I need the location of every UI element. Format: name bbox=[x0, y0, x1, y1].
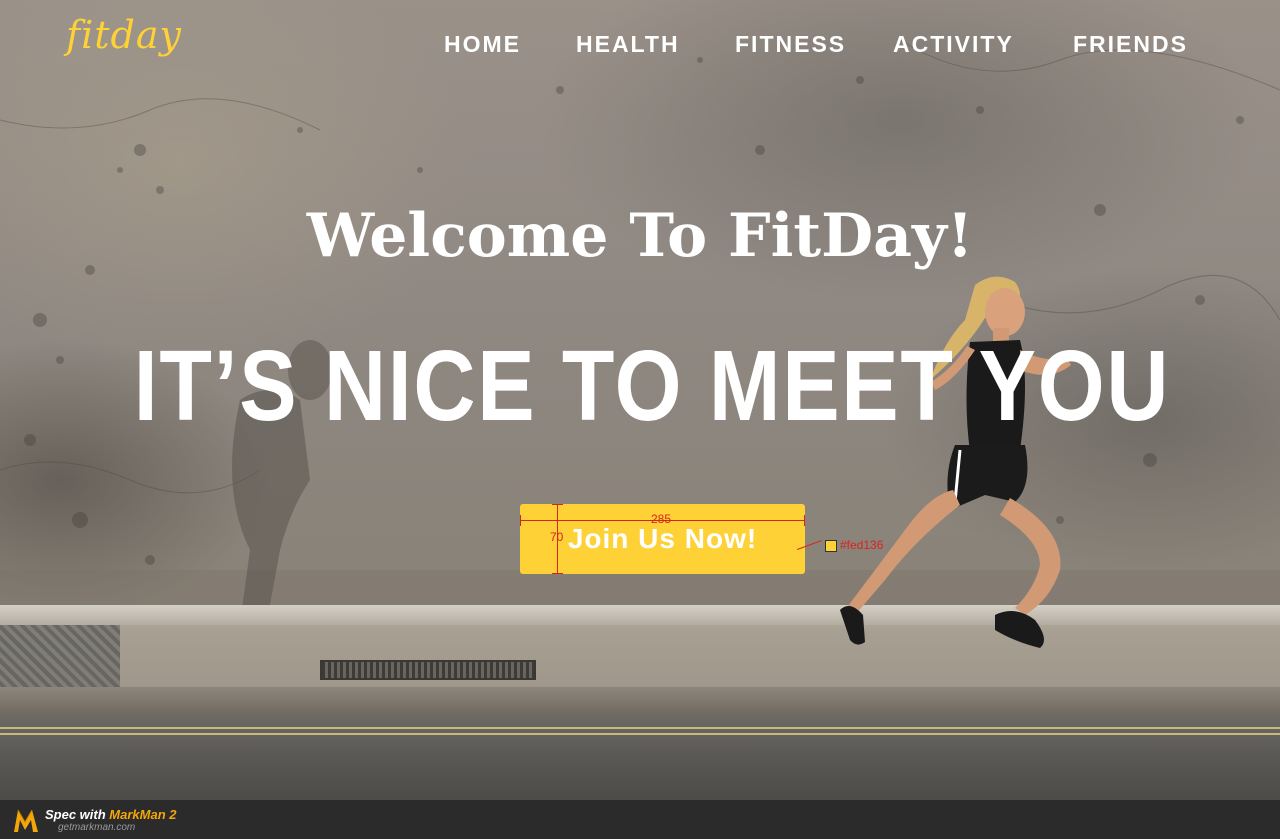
landing-page: fitday HOME HEALTH FITNESS ACTIVITY FRIE… bbox=[0, 0, 1280, 839]
spec-width-tick-left bbox=[520, 515, 521, 526]
nav-item-friends[interactable]: FRIENDS bbox=[1073, 31, 1188, 58]
spec-height-tick-bottom bbox=[552, 573, 563, 574]
welcome-heading: Welcome To FitDay! bbox=[0, 200, 1280, 272]
road-marking bbox=[0, 733, 1280, 735]
markman-logo-icon bbox=[14, 809, 38, 832]
markman-url[interactable]: getmarkman.com bbox=[58, 822, 135, 833]
drain-grate bbox=[320, 660, 536, 680]
markman-brand: MarkMan 2 bbox=[109, 807, 177, 822]
main-nav: HOME HEALTH FITNESS ACTIVITY FRIENDS bbox=[0, 31, 1280, 61]
spec-width-label: 285 bbox=[651, 512, 672, 526]
markman-title: Spec with MarkMan 2 bbox=[45, 807, 177, 822]
markman-footer: Spec with MarkMan 2 getmarkman.com bbox=[0, 800, 1280, 839]
sidewalk-edge bbox=[0, 605, 1280, 625]
spec-height-tick-top bbox=[552, 504, 563, 505]
nav-item-fitness[interactable]: FITNESS bbox=[735, 31, 846, 58]
nav-item-health[interactable]: HEALTH bbox=[576, 31, 680, 58]
nav-item-activity[interactable]: ACTIVITY bbox=[893, 31, 1014, 58]
hero-headline: IT’S NICE TO MEET YOU bbox=[133, 330, 1171, 442]
welcome-text: Welcome To FitDay bbox=[306, 201, 947, 271]
spec-height-label: 70 bbox=[550, 530, 564, 544]
markman-title-prefix: Spec with bbox=[45, 807, 110, 822]
spec-width-tick-right bbox=[804, 515, 805, 526]
curb bbox=[0, 687, 1280, 715]
road-marking bbox=[0, 727, 1280, 729]
road bbox=[0, 715, 1280, 800]
color-swatch bbox=[825, 540, 837, 552]
nav-item-home[interactable]: HOME bbox=[444, 31, 521, 58]
welcome-exclamation: ! bbox=[946, 201, 974, 271]
spec-color-label: #fed136 bbox=[840, 538, 884, 552]
